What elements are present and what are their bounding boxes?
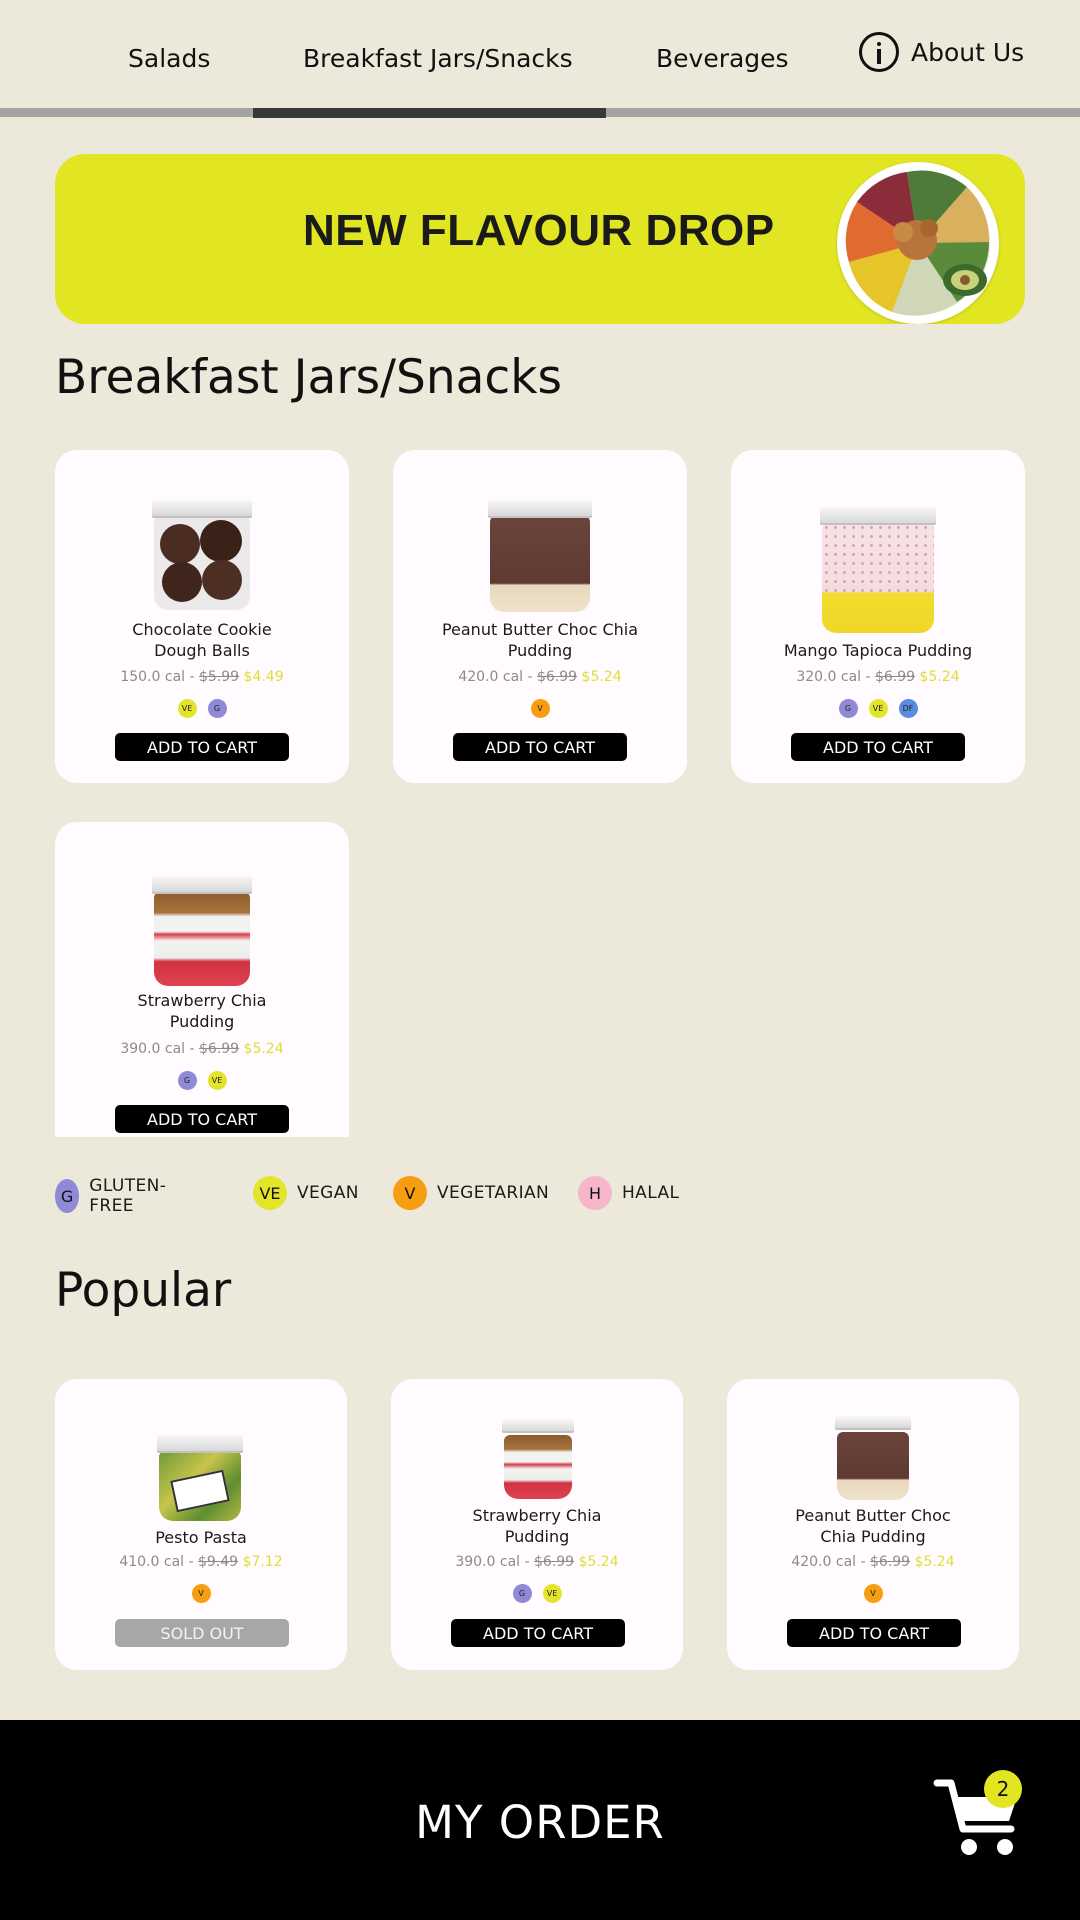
about-us-label: About Us — [911, 37, 1025, 67]
gluten-free-icon: G — [55, 1179, 80, 1213]
product-image — [835, 1416, 911, 1500]
legend-label: HALAL — [622, 1183, 680, 1203]
add-to-cart-button[interactable]: ADD TO CART — [791, 733, 965, 761]
vegetarian-badge: V — [191, 1584, 211, 1603]
product-image — [152, 500, 252, 610]
diet-badges: V — [727, 1584, 1019, 1603]
vegan-badge: VE — [542, 1584, 562, 1603]
product-image — [152, 876, 252, 986]
product-price: 150.0 cal - $5.99 $4.49 — [120, 669, 284, 685]
diet-badges: G VE DF — [731, 699, 1025, 718]
legend-item-gluten-free: G GLUTEN-FREE — [55, 1176, 176, 1216]
banner-title: NEW FLAVOUR DROP — [303, 206, 775, 255]
gluten-free-badge: G — [177, 1071, 197, 1090]
vegan-badge: VE — [207, 1071, 227, 1090]
legend-label: VEGAN — [297, 1183, 359, 1203]
product-image — [157, 1435, 243, 1521]
my-order-button[interactable]: MY ORDER — [0, 1796, 1080, 1849]
product-price: 320.0 cal - $6.99 $5.24 — [796, 669, 960, 685]
product-name: Mango Tapioca Pudding — [783, 641, 973, 660]
sold-out-button: SOLD OUT — [115, 1619, 289, 1647]
gluten-free-badge: G — [512, 1584, 532, 1603]
diet-badges: V — [55, 1584, 347, 1603]
legend-item-vegan: VE VEGAN — [253, 1176, 359, 1210]
product-price: 420.0 cal - $6.99 $5.24 — [791, 1554, 955, 1570]
promo-banner[interactable]: NEW FLAVOUR DROP — [55, 154, 1025, 324]
section-title: Breakfast Jars/Snacks — [55, 350, 562, 405]
product-price: 390.0 cal - $6.99 $5.24 — [120, 1041, 284, 1057]
add-to-cart-button[interactable]: ADD TO CART — [453, 733, 627, 761]
vegetarian-badge: V — [863, 1584, 883, 1603]
product-card[interactable]: Chocolate Cookie Dough Balls 150.0 cal -… — [55, 450, 349, 783]
popular-card[interactable]: Peanut Butter Choc Chia Pudding 420.0 ca… — [727, 1379, 1019, 1670]
diet-badges: G VE — [391, 1584, 683, 1603]
product-name: Peanut Butter Choc Chia Pudding — [441, 620, 639, 660]
active-tab-indicator — [253, 108, 606, 118]
legend-item-vegetarian: V VEGETARIAN — [393, 1176, 549, 1210]
salad-bowl-image — [837, 162, 999, 324]
gluten-free-badge: G — [207, 699, 227, 718]
tab-beverages[interactable]: Beverages — [656, 44, 789, 73]
product-image — [488, 500, 592, 612]
product-price: 410.0 cal - $9.49 $7.12 — [119, 1554, 283, 1570]
popular-title: Popular — [55, 1263, 232, 1318]
legend-label: GLUTEN-FREE — [89, 1176, 167, 1216]
product-name: Pesto Pasta — [155, 1528, 247, 1547]
popular-card[interactable]: Pesto Pasta 410.0 cal - $9.49 $7.12 V SO… — [55, 1379, 347, 1670]
product-price: 390.0 cal - $6.99 $5.24 — [455, 1554, 619, 1570]
vegan-icon: VE — [253, 1176, 287, 1210]
add-to-cart-button[interactable]: ADD TO CART — [451, 1619, 625, 1647]
gluten-free-badge: G — [838, 699, 858, 718]
vegan-badge: VE — [868, 699, 888, 718]
product-price: 420.0 cal - $6.99 $5.24 — [458, 669, 622, 685]
info-icon — [859, 32, 899, 72]
vegan-badge: VE — [177, 699, 197, 718]
product-name: Chocolate Cookie Dough Balls — [132, 620, 272, 660]
product-card[interactable]: Mango Tapioca Pudding 320.0 cal - $6.99 … — [731, 450, 1025, 783]
product-name: Strawberry Chia Pudding — [137, 991, 267, 1031]
add-to-cart-button[interactable]: ADD TO CART — [787, 1619, 961, 1647]
product-image — [502, 1419, 574, 1499]
dairy-free-badge: DF — [898, 699, 918, 718]
product-card[interactable]: Strawberry Chia Pudding 390.0 cal - $6.9… — [55, 822, 349, 1137]
product-image — [820, 507, 936, 633]
product-name: Peanut Butter Choc Chia Pudding — [795, 1506, 951, 1546]
top-navigation: Salads Breakfast Jars/Snacks Beverages A… — [0, 0, 1080, 118]
about-us-link[interactable]: About Us — [859, 32, 1024, 72]
product-card[interactable]: Peanut Butter Choc Chia Pudding 420.0 ca… — [393, 450, 687, 783]
order-bar: MY ORDER 2 — [0, 1720, 1080, 1920]
legend-item-halal: H HALAL — [578, 1176, 679, 1210]
popular-card[interactable]: Strawberry Chia Pudding 390.0 cal - $6.9… — [391, 1379, 683, 1670]
add-to-cart-button[interactable]: ADD TO CART — [115, 1105, 289, 1133]
cart-count-badge: 2 — [984, 1770, 1022, 1808]
vegetarian-icon: V — [393, 1176, 427, 1210]
legend-label: VEGETARIAN — [437, 1183, 550, 1203]
halal-icon: H — [578, 1176, 612, 1210]
product-name: Strawberry Chia Pudding — [472, 1506, 602, 1546]
diet-badges: V — [393, 699, 687, 718]
tab-breakfast-jars-snacks[interactable]: Breakfast Jars/Snacks — [303, 44, 573, 73]
tab-salads[interactable]: Salads — [128, 44, 210, 73]
add-to-cart-button[interactable]: ADD TO CART — [115, 733, 289, 761]
vegetarian-badge: V — [530, 699, 550, 718]
diet-badges: VE G — [55, 699, 349, 718]
diet-badges: G VE — [55, 1071, 349, 1090]
